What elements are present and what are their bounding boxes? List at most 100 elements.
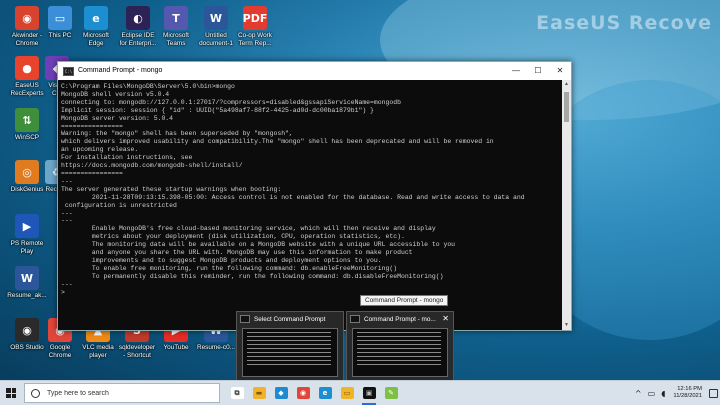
command-prompt-icon xyxy=(240,315,250,323)
desktop-icon-co-op-work-term-rep[interactable]: PDF Co-op Work Term Rep... xyxy=(232,6,278,47)
terminal-line: --- xyxy=(61,280,73,288)
obs-icon: ◉ xyxy=(15,318,39,342)
notepad-icon: ✎ xyxy=(384,387,398,399)
chrome-icon: ◉ xyxy=(296,387,310,399)
system-tray: ^ ▭ ◖ 12:16 PM 11/28/2021 xyxy=(632,381,720,405)
terminal-line: --- xyxy=(61,177,73,185)
windows-logo-icon xyxy=(6,388,16,398)
desktop-icon-label: Microsoft Edge xyxy=(83,32,109,47)
desktop-icon-winscp[interactable]: ⇅ WinSCP xyxy=(4,108,50,142)
command-prompt-icon: C:\ xyxy=(63,66,74,76)
terminal-line: MongoDB shell version v5.0.4 xyxy=(61,90,170,98)
search-icon xyxy=(31,388,40,398)
terminal-line: and anyone you share the URL with. Mongo… xyxy=(61,249,413,257)
desktop-icon-label: Co-op Work Term Rep... xyxy=(238,32,272,47)
taskbar-search-box[interactable] xyxy=(24,383,220,403)
terminal-line: --- xyxy=(61,217,73,225)
terminal-line: ================ xyxy=(61,122,123,130)
vscode-icon: ◆ xyxy=(274,387,288,399)
scroll-up-icon[interactable]: ▲ xyxy=(562,80,571,89)
taskbar-app-edge[interactable]: e xyxy=(314,381,336,405)
taskbar-window-preview[interactable]: Select Command Prompt xyxy=(236,311,344,380)
terminal-line: an upcoming release. xyxy=(61,146,139,154)
edge-icon: e xyxy=(84,6,108,30)
taskbar-window-preview[interactable]: Command Prompt - mo... ✕ xyxy=(346,311,454,380)
terminal-line: metrics about your deployment (disk util… xyxy=(61,233,405,241)
taskbar: ⧉▬◆◉e▭▣✎ ^▭◖ 12:16 PM 11/28/2021 xyxy=(0,380,720,405)
word-icon: W xyxy=(15,266,39,290)
terminal-line: For installation instructions, see xyxy=(61,154,193,162)
clock-date: 11/28/2021 xyxy=(673,393,702,399)
chrome-icon: ◉ xyxy=(15,6,39,30)
terminal-line: which delivers improved usability and co… xyxy=(61,138,494,146)
preview-title: Command Prompt - mo... xyxy=(364,315,436,323)
maximize-icon[interactable]: ☐ xyxy=(527,62,549,80)
eclipse-icon: ◐ xyxy=(126,6,150,30)
taskbar-app-explorer-folder[interactable]: ▭ xyxy=(336,381,358,405)
terminal-line: ================ xyxy=(61,169,123,177)
file-explorer-icon: ▬ xyxy=(252,387,266,399)
taskbar-app-chrome[interactable]: ◉ xyxy=(292,381,314,405)
close-icon[interactable]: ✕ xyxy=(442,314,449,323)
taskbar-app-vscode[interactable]: ◆ xyxy=(270,381,292,405)
start-button[interactable] xyxy=(0,381,22,405)
edge-icon: e xyxy=(318,387,332,399)
winscp-icon: ⇅ xyxy=(15,108,39,132)
pdf-icon: PDF xyxy=(243,6,267,30)
vertical-scrollbar[interactable]: ▲ ▼ xyxy=(562,80,571,330)
desktop: EaseUS Recove ◉ Akwinder - Chrome ▭ This PC… xyxy=(0,0,720,380)
folder-icon: ▭ xyxy=(340,387,354,399)
terminal-line: improvements and to suggest MongoDB prod… xyxy=(61,256,382,264)
desktop-icon-ps-remote-play[interactable]: ▶ PS Remote Play xyxy=(4,214,50,255)
desktop-icon-microsoft-edge[interactable]: e Microsoft Edge xyxy=(73,6,119,47)
preview-title: Select Command Prompt xyxy=(254,315,326,323)
taskbar-app-notepad-plus[interactable]: ✎ xyxy=(380,381,402,405)
terminal-line: Enable MongoDB's free cloud-based monito… xyxy=(61,225,436,233)
command-prompt-icon: ▣ xyxy=(362,387,376,399)
search-input[interactable] xyxy=(45,388,209,398)
terminal-line: MongoDB server version: 5.0.4 xyxy=(61,114,174,122)
terminal-line: The server generated these startup warni… xyxy=(61,185,282,193)
terminal-line: The monitoring data will be available on… xyxy=(61,241,456,249)
clock-time: 12:16 PM xyxy=(677,386,702,392)
window-title-bar[interactable]: C:\ Command Prompt - mongo — ☐ ✕ xyxy=(58,62,571,80)
preview-thumbnail xyxy=(352,328,448,377)
taskbar-app-command-prompt[interactable]: ▣ xyxy=(358,381,380,405)
terminal-line: To permanently disable this reminder, ru… xyxy=(61,272,444,280)
task-view-icon: ⧉ xyxy=(230,387,244,399)
preview-thumbnail xyxy=(242,328,338,377)
desktop-icon-diskgenius[interactable]: ◎ DiskGenius xyxy=(4,160,50,194)
command-prompt-window[interactable]: C:\ Command Prompt - mongo — ☐ ✕ C:\Prog… xyxy=(57,61,572,331)
word-icon: W xyxy=(204,6,228,30)
ps-remote-play-icon: ▶ xyxy=(15,214,39,238)
desktop-icon-label: DiskGenius xyxy=(10,186,44,193)
show-hidden-icons-icon[interactable]: ^ xyxy=(632,389,645,398)
terminal-line: connecting to: mongodb://127.0.0.1:27017… xyxy=(61,98,401,106)
network-icon[interactable]: ▭ xyxy=(645,389,659,398)
terminal-line: configuration is unrestricted xyxy=(61,201,177,209)
desktop-icon-resume-ak[interactable]: W Resume_ak... xyxy=(4,266,50,300)
desktop-icon-label: Resume_ak... xyxy=(7,292,47,299)
close-icon[interactable]: ✕ xyxy=(549,62,571,80)
taskbar-app-file-explorer[interactable]: ▬ xyxy=(248,381,270,405)
scroll-down-icon[interactable]: ▼ xyxy=(562,321,571,330)
terminal-line: --- xyxy=(61,209,73,217)
taskbar-app-task-view[interactable]: ⧉ xyxy=(226,381,248,405)
window-title: Command Prompt - mongo xyxy=(78,67,163,74)
taskbar-tooltip: Command Prompt - mongo xyxy=(360,295,449,306)
volume-icon[interactable]: ◖ xyxy=(658,389,668,398)
computer-icon: ▭ xyxy=(48,6,72,30)
terminal-output[interactable]: C:\Program Files\MongoDB\Server\5.0\bin>… xyxy=(61,83,561,328)
terminal-line: Warning: the "mongo" shell has been supe… xyxy=(61,130,293,138)
scrollbar-thumb[interactable] xyxy=(564,92,569,122)
terminal-line: https://docs.mongodb.com/mongodb-shell/i… xyxy=(61,162,243,170)
diskgenius-icon: ◎ xyxy=(15,160,39,184)
taskbar-clock[interactable]: 12:16 PM 11/28/2021 xyxy=(668,386,706,400)
desktop-icon-label: PS Remote Play xyxy=(10,240,44,255)
notification-center-button[interactable] xyxy=(706,381,720,405)
minimize-icon[interactable]: — xyxy=(505,62,527,80)
desktop-icon-label: WinSCP xyxy=(14,134,40,141)
terminal-line: > xyxy=(61,288,65,296)
command-prompt-icon xyxy=(350,315,360,323)
notification-icon xyxy=(708,388,718,398)
